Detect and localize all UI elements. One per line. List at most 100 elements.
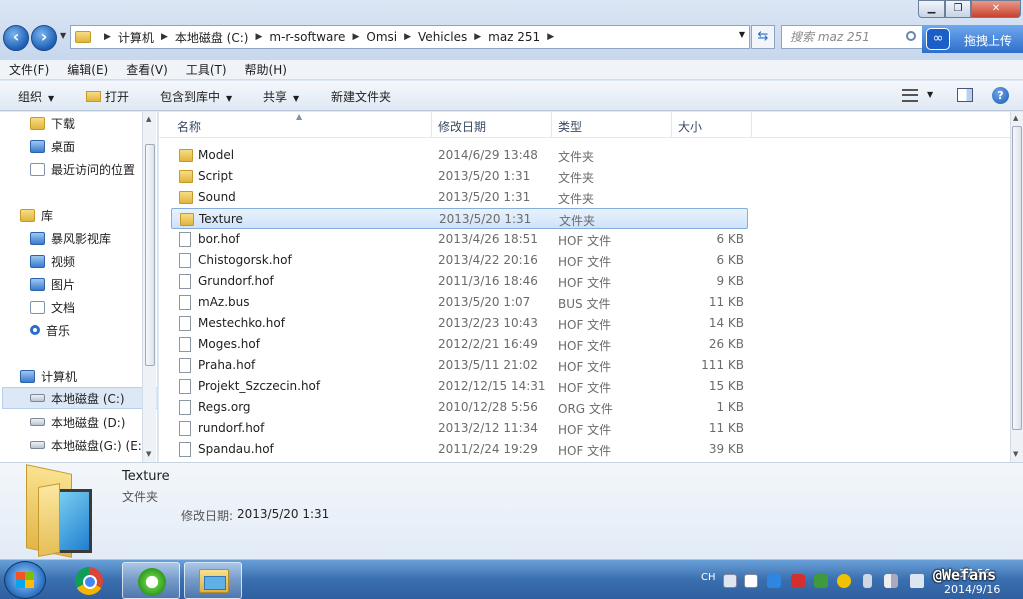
file-size: 1 KB [716, 400, 744, 414]
menu-help[interactable]: 帮助(H) [236, 61, 296, 78]
chevron-right-icon[interactable]: ▶ [404, 32, 411, 42]
maximize-button[interactable]: ❐ [945, 0, 971, 18]
menu-file[interactable]: 文件(F) [0, 61, 58, 78]
scrollbar-thumb[interactable] [1012, 126, 1022, 430]
file-row[interactable]: Chistogorsk.hof 2013/4/22 20:16 HOF 文件 6 KB [171, 250, 748, 271]
help-icon[interactable]: ? [992, 87, 1009, 104]
file-row[interactable]: Praha.hof 2013/5/11 21:02 HOF 文件 111 KB [171, 355, 748, 376]
scroll-down-icon[interactable]: ▼ [1013, 450, 1018, 458]
input-language-indicator[interactable]: CH [701, 572, 716, 583]
organize-button[interactable]: 组织 ▼ [18, 88, 54, 105]
chevron-down-icon[interactable]: ▼ [927, 90, 933, 99]
file-row[interactable]: Regs.org 2010/12/28 5:56 ORG 文件 1 KB [171, 397, 748, 418]
share-button[interactable]: 共享 ▼ [263, 88, 299, 105]
nav-item-downloads[interactable]: 下载 [30, 112, 157, 134]
breadcrumb-drive-c[interactable]: 本地磁盘 (C:) [175, 29, 249, 46]
breadcrumb-vehicles[interactable]: Vehicles [418, 30, 467, 44]
network-signal-icon[interactable] [884, 574, 898, 588]
column-type[interactable]: 类型 [558, 118, 582, 135]
scroll-up-icon[interactable]: ▲ [1013, 114, 1018, 122]
search-input[interactable]: 搜索 maz 251 [781, 25, 923, 49]
nav-item-documents[interactable]: 文档 [30, 296, 157, 318]
scrollbar-thumb[interactable] [145, 144, 155, 366]
nav-item-videos[interactable]: 视频 [30, 250, 157, 272]
search-icon[interactable] [906, 31, 916, 41]
nav-item-desktop[interactable]: 桌面 [30, 135, 157, 157]
add-icon[interactable] [837, 574, 851, 588]
nav-item-drive-d[interactable]: 本地磁盘 (D:) [30, 411, 157, 433]
ime-icon[interactable] [744, 574, 758, 588]
column-name[interactable]: 名称 [177, 118, 201, 135]
nav-item-music[interactable]: 音乐 [30, 319, 157, 341]
close-button[interactable]: ✕ [971, 0, 1021, 18]
minimize-button[interactable]: ▁ [918, 0, 945, 18]
address-history-dropdown-icon[interactable]: ▼ [739, 30, 745, 39]
column-divider[interactable] [551, 112, 552, 138]
security-shield-icon[interactable] [814, 574, 828, 588]
file-row[interactable]: Moges.hof 2012/2/21 16:49 HOF 文件 26 KB [171, 334, 748, 355]
column-size[interactable]: 大小 [678, 118, 702, 135]
taskbar-browser[interactable] [122, 562, 180, 599]
volume-muted-icon[interactable] [910, 574, 924, 588]
chevron-right-icon[interactable]: ▶ [352, 32, 359, 42]
nav-item-pictures[interactable]: 图片 [30, 273, 157, 295]
chevron-right-icon[interactable]: ▶ [474, 32, 481, 42]
navigation-scrollbar[interactable]: ▲ ▼ [142, 112, 156, 462]
new-folder-button[interactable]: 新建文件夹 [331, 88, 391, 105]
chevron-right-icon[interactable]: ▶ [255, 32, 262, 42]
file-row[interactable]: Sound 2013/5/20 1:31 文件夹 [171, 187, 748, 208]
battery-icon[interactable] [863, 574, 872, 588]
file-row[interactable]: mAz.bus 2013/5/20 1:07 BUS 文件 11 KB [171, 292, 748, 313]
nav-item-recent-places[interactable]: 最近访问的位置 [30, 158, 157, 180]
chevron-right-icon[interactable]: ▶ [547, 32, 554, 42]
forward-button[interactable]: › [31, 25, 57, 51]
preview-pane-icon[interactable] [957, 88, 973, 102]
clock-date[interactable]: 2014/9/16 [944, 583, 1000, 596]
file-list-scrollbar[interactable]: ▲ ▼ [1010, 112, 1023, 462]
column-divider[interactable] [431, 112, 432, 138]
file-row[interactable]: bor.hof 2013/4/26 18:51 HOF 文件 6 KB [171, 229, 748, 250]
nav-item-drive-c[interactable]: 本地磁盘 (C:) [2, 387, 157, 409]
nav-item-drive-e[interactable]: 本地磁盘(G:) (E:) [30, 434, 157, 456]
include-in-library-button[interactable]: 包含到库中 ▼ [160, 88, 232, 105]
column-date-modified[interactable]: 修改日期 [438, 118, 486, 135]
breadcrumb[interactable]: ▶ 计算机 ▶ 本地磁盘 (C:) ▶ m-r-software ▶ Omsi … [70, 25, 750, 49]
scroll-up-icon[interactable]: ▲ [146, 115, 151, 123]
menu-edit[interactable]: 编辑(E) [58, 61, 117, 78]
column-divider[interactable] [671, 112, 672, 138]
chevron-right-icon[interactable]: ▶ [161, 32, 168, 42]
taskbar-explorer[interactable] [184, 562, 242, 599]
file-row[interactable]: Spandau.hof 2011/2/24 19:29 HOF 文件 39 KB [171, 439, 748, 460]
taskbar-chrome[interactable] [60, 562, 118, 599]
nav-item-video-library[interactable]: 暴风影视库 [30, 227, 157, 249]
back-button[interactable]: ‹ [3, 25, 29, 51]
nav-item-computer[interactable]: 计算机 [20, 365, 157, 387]
chevron-right-icon[interactable]: ▶ [104, 32, 111, 42]
column-divider[interactable] [751, 112, 752, 138]
menu-tools[interactable]: 工具(T) [177, 61, 236, 78]
cloud-sync-icon[interactable] [767, 574, 781, 588]
view-options-icon[interactable] [902, 89, 918, 102]
file-row[interactable]: Model 2014/6/29 13:48 文件夹 [171, 145, 748, 166]
drag-upload-button[interactable]: ∞ 拖拽上传 [922, 25, 1023, 53]
nav-item-libraries[interactable]: 库 [20, 204, 157, 226]
file-row[interactable]: Projekt_Szczecin.hof 2012/12/15 14:31 HOF … [171, 376, 748, 397]
refresh-button[interactable]: ⇆ [751, 25, 775, 49]
open-button[interactable]: 打开 [86, 88, 129, 105]
start-button[interactable] [4, 561, 46, 599]
nav-item-label: 文档 [51, 300, 76, 315]
breadcrumb-computer[interactable]: 计算机 [118, 29, 154, 46]
file-row[interactable]: rundorf.hof 2013/2/12 11:34 HOF 文件 11 KB [171, 418, 748, 439]
file-row[interactable]: Script 2013/5/20 1:31 文件夹 [171, 166, 748, 187]
recent-pages-dropdown-icon[interactable]: ▼ [60, 31, 66, 40]
breadcrumb-m-r-software[interactable]: m-r-software [269, 30, 345, 44]
file-row[interactable]: Texture 2013/5/20 1:31 文件夹 [171, 208, 748, 229]
flash-icon[interactable] [791, 574, 805, 588]
scroll-down-icon[interactable]: ▼ [146, 450, 151, 458]
file-row[interactable]: Grundorf.hof 2011/3/16 18:46 HOF 文件 9 KB [171, 271, 748, 292]
breadcrumb-maz-251[interactable]: maz 251 [488, 30, 540, 44]
keyboard-icon[interactable] [723, 574, 737, 588]
breadcrumb-omsi[interactable]: Omsi [366, 30, 397, 44]
menu-view[interactable]: 查看(V) [117, 61, 177, 78]
file-row[interactable]: Mestechko.hof 2013/2/23 10:43 HOF 文件 14 KB [171, 313, 748, 334]
